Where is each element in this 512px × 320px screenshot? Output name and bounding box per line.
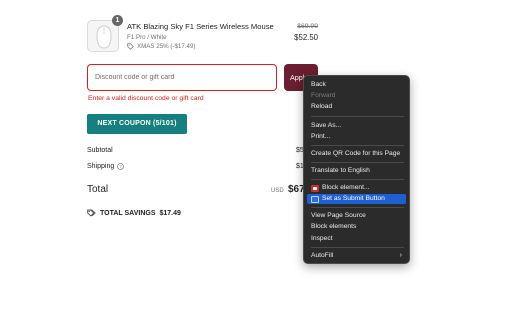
subtotal-label-text: Subtotal	[87, 147, 113, 154]
product-name: ATK Blazing Sky F1 Series Wireless Mouse	[127, 22, 274, 31]
product-discount: XMAS 25% (-$17.49)	[127, 43, 195, 50]
shipping-label-text: Shipping	[87, 163, 115, 170]
help-circle-icon[interactable]: ?	[117, 163, 125, 170]
product-variant: F1 Pro / White	[127, 34, 167, 41]
discount-error-message: Enter a valid discount code or gift card	[88, 95, 204, 102]
svg-text:?: ?	[120, 164, 123, 169]
product-original-price: $69.99	[297, 23, 318, 30]
extension-icon	[311, 195, 319, 203]
menu-item-block-element[interactable]: Block element...	[304, 183, 409, 193]
quantity-badge: 1	[112, 15, 123, 26]
menu-item-set-submit-button[interactable]: Set as Submit Button	[307, 194, 406, 204]
shipping-label: Shipping ?	[87, 163, 125, 170]
next-coupon-button[interactable]: NEXT COUPON (5/101)	[87, 114, 187, 134]
adblock-extension-icon	[311, 184, 319, 192]
mouse-product-image	[96, 25, 112, 49]
menu-item-print[interactable]: Print...	[304, 132, 409, 142]
menu-item-autofill[interactable]: AutoFill ›	[304, 251, 409, 261]
checkout-page: 1 ATK Blazing Sky F1 Series Wireless Mou…	[0, 0, 512, 320]
menu-item-reload[interactable]: Reload	[304, 102, 409, 112]
context-menu: Back Forward Reload Save As... Print... …	[303, 75, 410, 264]
total-savings: TOTAL SAVINGS $17.49	[87, 209, 181, 217]
menu-item-view-source[interactable]: View Page Source	[304, 211, 409, 221]
menu-separator	[311, 247, 404, 248]
menu-item-translate[interactable]: Translate to English	[304, 166, 409, 176]
menu-item-create-qr-code[interactable]: Create QR Code for this Page	[304, 149, 409, 159]
menu-separator	[311, 207, 404, 208]
product-discount-label: XMAS 25% (-$17.49)	[137, 43, 196, 50]
menu-separator	[311, 145, 404, 146]
tag-icon	[127, 43, 134, 50]
menu-item-block-element-label: Block element...	[322, 184, 370, 191]
total-currency: USD	[271, 188, 284, 194]
savings-label: TOTAL SAVINGS	[100, 209, 156, 217]
subtotal-label: Subtotal	[87, 147, 113, 154]
savings-value: $17.49	[159, 209, 181, 217]
menu-item-back[interactable]: Back	[304, 80, 409, 90]
menu-separator	[311, 179, 404, 180]
menu-item-forward[interactable]: Forward	[304, 91, 409, 101]
menu-item-set-submit-button-label: Set as Submit Button	[322, 195, 385, 202]
menu-item-block-elements[interactable]: Block elements	[304, 222, 409, 232]
total-label: Total	[87, 184, 109, 195]
chevron-right-icon: ›	[399, 252, 402, 259]
menu-item-autofill-label: AutoFill	[311, 252, 334, 259]
menu-separator	[311, 162, 404, 163]
menu-item-inspect[interactable]: Inspect	[304, 234, 409, 244]
menu-item-save-as[interactable]: Save As...	[304, 121, 409, 131]
savings-tag-icon	[87, 209, 96, 217]
discount-code-input[interactable]	[87, 64, 277, 91]
product-price: $52.50	[294, 33, 318, 42]
menu-separator	[311, 116, 404, 117]
